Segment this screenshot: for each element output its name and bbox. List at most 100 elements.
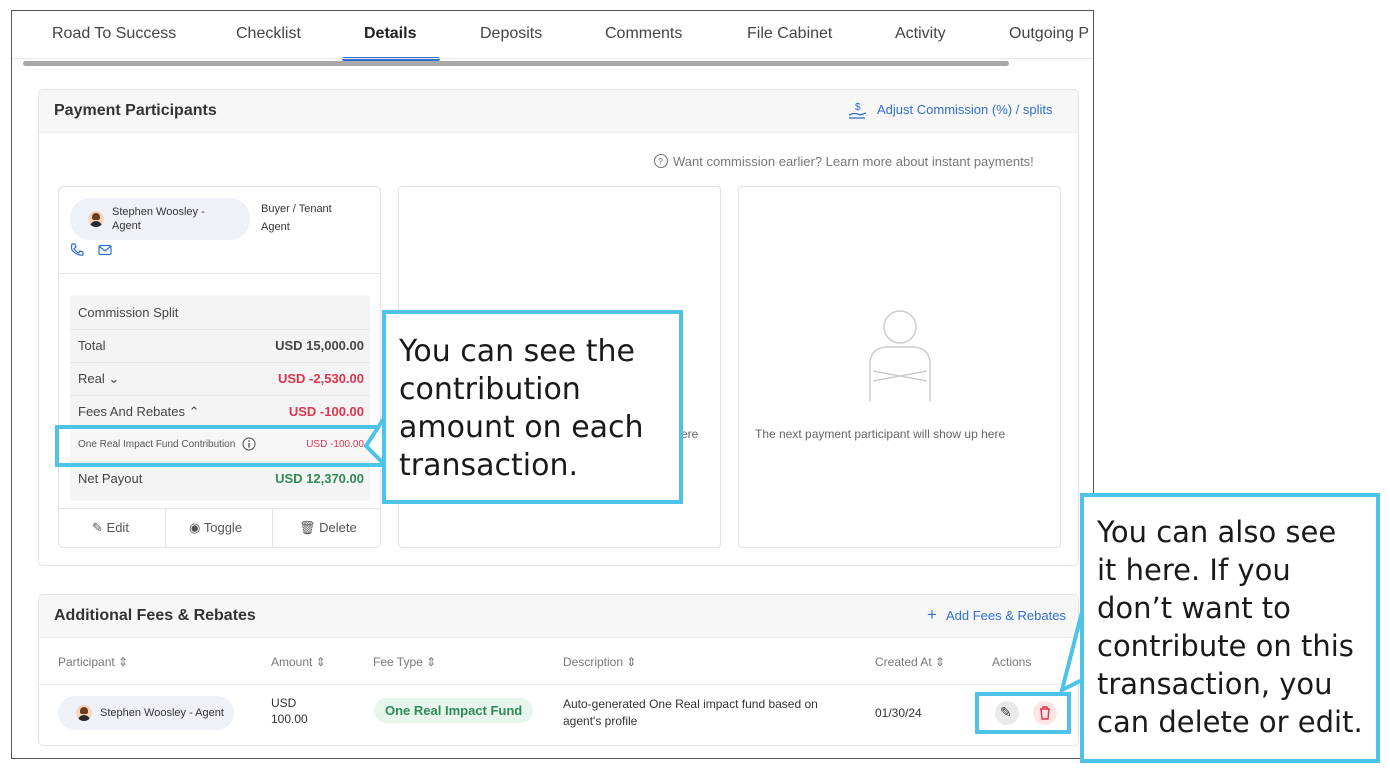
callout-line: can delete or edit.	[1097, 705, 1363, 739]
callout-line: amount on each	[399, 410, 644, 445]
column-label: Amount	[271, 655, 313, 669]
row-description-line1: Auto-generated One Real impact fund base…	[563, 697, 818, 711]
divider	[272, 509, 273, 547]
column-label: Description	[563, 655, 624, 669]
tab-road-to-success[interactable]: Road To Success	[52, 25, 176, 43]
row-participant: Stephen Woosley - Agent	[100, 707, 224, 719]
tab-outgoing-payments[interactable]: Outgoing P	[1009, 25, 1089, 43]
column-label: Created At	[875, 655, 932, 669]
tab-details[interactable]: Details	[364, 25, 416, 43]
table-row: Stephen Woosley - Agent USD 100.00 One R…	[39, 685, 1078, 745]
edit-label: Edit	[106, 520, 129, 535]
column-actions: Actions	[992, 655, 1032, 669]
divider	[59, 273, 380, 274]
tab-bar: Road To Success Checklist Details Deposi…	[12, 11, 1093, 67]
card-title: Additional Fees & Rebates	[54, 607, 256, 624]
delete-button[interactable]: 🗑 Delete	[299, 520, 357, 536]
phone-icon[interactable]	[69, 242, 85, 263]
row-amount-value: 100.00	[271, 712, 308, 726]
column-participant[interactable]: Participant ⇕	[58, 655, 128, 669]
sort-icon: ⇕	[935, 655, 946, 669]
sort-icon: ⇕	[626, 655, 637, 669]
split-total-row: Total USD 15,000.00	[70, 330, 370, 363]
toggle-icon: ◉	[189, 520, 201, 535]
row-created-at: 01/30/24	[875, 706, 922, 720]
row-amount-currency: USD	[271, 696, 297, 710]
sort-icon: ⇕	[315, 655, 326, 669]
svg-text:$: $	[855, 102, 861, 113]
participant-name-line2: Agent	[112, 220, 141, 232]
sort-icon: ⇕	[426, 655, 437, 669]
svg-text:?: ?	[658, 157, 663, 167]
toggle-label: Toggle	[203, 520, 243, 535]
avatar	[88, 211, 104, 227]
real-label-text: Real	[78, 371, 105, 386]
divider	[165, 509, 166, 547]
participant-actions: ✎ Edit ◉ Toggle 🗑 Delete	[59, 508, 380, 547]
total-value: USD 15,000.00	[275, 338, 364, 353]
trash-icon: 🗑	[299, 520, 316, 535]
tab-comments[interactable]: Comments	[605, 25, 682, 43]
participant-chip[interactable]: Stephen Woosley - Agent	[70, 198, 250, 240]
fees-label: Fees And Rebates ⌃	[78, 404, 200, 420]
callout-line: it here. If you	[1097, 553, 1291, 587]
real-label: Real ⌄	[78, 371, 119, 387]
person-placeholder-icon	[865, 309, 935, 409]
tab-scrollbar[interactable]	[23, 61, 1009, 66]
column-created-at[interactable]: Created At ⇕	[875, 655, 945, 669]
column-label: Participant	[58, 655, 115, 669]
card-header: Payment Participants $ Adjust Commission…	[39, 90, 1078, 133]
tab-deposits[interactable]: Deposits	[480, 25, 542, 43]
row-description-line2: agent's profile	[563, 714, 638, 728]
participant-card: Stephen Woosley - Agent Buyer / Tenant A…	[58, 186, 381, 548]
participant-role-line2: Agent	[261, 221, 290, 233]
fees-label-text: Fees And Rebates	[78, 404, 185, 419]
fund-row-highlight	[55, 425, 388, 467]
split-real-row[interactable]: Real ⌄ USD -2,530.00	[70, 363, 370, 396]
adjust-commission-link[interactable]: Adjust Commission (%) / splits	[877, 102, 1053, 117]
toggle-button[interactable]: ◉ Toggle	[189, 520, 242, 536]
participant-role-line1: Buyer / Tenant	[261, 203, 332, 215]
net-value: USD 12,370.00	[275, 471, 364, 486]
callout-line: contribute on this	[1097, 629, 1354, 663]
column-fee-type[interactable]: Fee Type ⇕	[373, 655, 436, 669]
card-header: Additional Fees & Rebates + Add Fees & R…	[39, 595, 1078, 638]
fee-type-badge: One Real Impact Fund	[374, 698, 534, 723]
delete-label: Delete	[319, 520, 357, 535]
mail-icon[interactable]	[97, 242, 113, 263]
sort-icon: ⇕	[118, 655, 129, 669]
participant-name-line1: Stephen Woosley -	[112, 206, 205, 218]
instant-payments-hint[interactable]: Want commission earlier? Learn more abou…	[673, 154, 1034, 169]
tab-divider	[12, 58, 1093, 59]
pencil-icon: ✎	[92, 520, 103, 535]
net-label: Net Payout	[78, 471, 143, 486]
chevron-down-icon: ⌄	[108, 371, 120, 386]
tab-activity[interactable]: Activity	[895, 25, 946, 43]
participant-chip[interactable]: Stephen Woosley - Agent	[58, 696, 234, 730]
commission-split-table: Commission Split Total USD 15,000.00 Rea…	[70, 295, 370, 501]
column-description[interactable]: Description ⇕	[563, 655, 636, 669]
split-header: Commission Split	[78, 305, 179, 320]
callout-contribution: You can see the contribution amount on e…	[382, 310, 683, 504]
tab-file-cabinet[interactable]: File Cabinet	[747, 25, 832, 43]
callout-line: You can also see	[1097, 515, 1337, 549]
avatar	[76, 705, 92, 721]
add-fees-link[interactable]: Add Fees & Rebates	[946, 608, 1066, 623]
callout-line: You can see the	[399, 334, 635, 369]
callout-line: transaction.	[399, 448, 579, 483]
callout-line: don’t want to	[1097, 591, 1291, 625]
empty-slot-text: ere	[681, 427, 699, 441]
empty-slot-text: The next payment participant will show u…	[755, 427, 1006, 441]
plus-icon[interactable]: +	[927, 605, 937, 625]
fees-value: USD -100.00	[288, 404, 364, 419]
column-amount[interactable]: Amount ⇕	[271, 655, 326, 669]
callout-edit-delete: You can also see it here. If you don’t w…	[1080, 493, 1380, 763]
callout-line: contribution	[399, 372, 581, 407]
additional-fees-card: Additional Fees & Rebates + Add Fees & R…	[38, 594, 1079, 746]
money-hand-icon: $	[847, 100, 869, 127]
edit-button[interactable]: ✎ Edit	[92, 520, 129, 536]
split-header-row: Commission Split	[70, 297, 370, 330]
tab-checklist[interactable]: Checklist	[236, 25, 301, 43]
split-net-row: Net Payout USD 12,370.00	[70, 463, 370, 495]
help-circle-icon: ?	[653, 153, 669, 174]
